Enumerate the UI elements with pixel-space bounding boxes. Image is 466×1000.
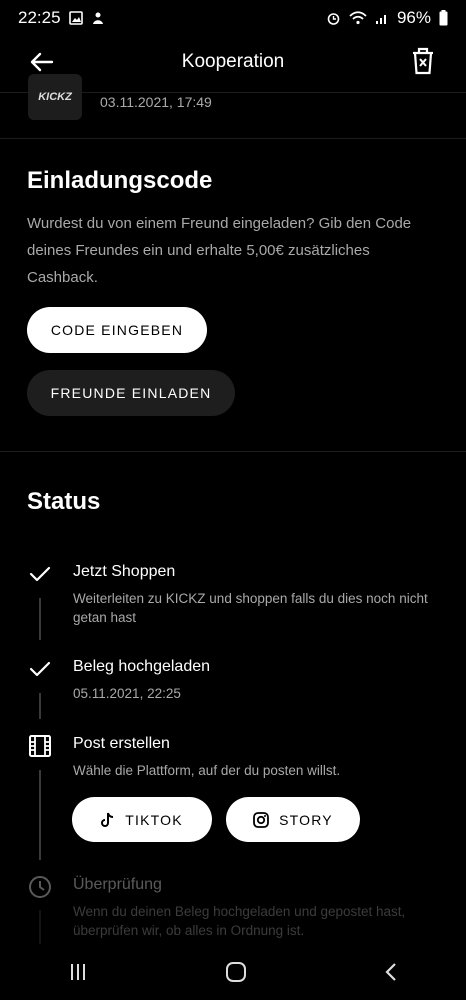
battery-percent: 96% [396, 8, 431, 27]
notification-icon [92, 12, 103, 24]
step-subtitle: Wähle die Plattform, auf der du posten w… [73, 763, 341, 778]
step-subtitle: 05.11.2021, 22:25 [73, 686, 181, 701]
back-nav-icon[interactable] [384, 962, 398, 982]
timeline-line [39, 693, 41, 719]
divider [0, 138, 466, 139]
recent-apps-icon[interactable] [68, 962, 88, 982]
step-subtitle: Wenn du deinen Beleg hochgeladen und gep… [73, 904, 406, 938]
invite-description: Wurdest du von einem Freund eingeladen? … [27, 215, 412, 286]
timeline-line [39, 770, 41, 860]
home-icon[interactable] [225, 961, 247, 983]
partner-row: KICKZ 03.11.2021, 17:49 [28, 74, 212, 120]
system-nav-bar [0, 944, 466, 1000]
tiktok-label: TIKTOK [125, 811, 183, 828]
step-title: Überprüfung [73, 876, 162, 893]
step-subtitle: Weiterleiten zu KICKZ und shoppen falls … [73, 591, 428, 625]
status-bar: 22:25 96% [0, 0, 466, 36]
timeline-line [39, 910, 41, 944]
status-section-title: Status [27, 488, 101, 515]
story-label: STORY [279, 811, 333, 828]
tiktok-icon [101, 812, 115, 828]
page-title: Kooperation [181, 51, 285, 72]
status-time: 22:25 [18, 8, 61, 27]
delete-icon[interactable] [410, 46, 436, 76]
divider [0, 451, 466, 452]
step-title: Post erstellen [73, 735, 170, 752]
alarm-icon [327, 12, 340, 25]
step-title: Jetzt Shoppen [73, 563, 176, 580]
partner-logo: KICKZ [28, 74, 82, 120]
signal-icon [375, 15, 386, 24]
invite-section-title: Einladungscode [27, 167, 213, 194]
check-icon [29, 661, 51, 677]
gallery-icon [68, 11, 83, 25]
battery-icon [439, 10, 448, 26]
back-arrow-icon[interactable] [28, 48, 56, 76]
enter-code-button[interactable]: CODE EINGEBEN [27, 307, 207, 353]
story-button[interactable]: STORY [226, 797, 360, 842]
invite-friends-button[interactable]: FREUNDE EINLADEN [27, 370, 235, 416]
check-icon [29, 566, 51, 582]
timeline-line [39, 598, 41, 640]
film-icon [29, 735, 51, 757]
wifi-icon [349, 11, 367, 25]
clock-icon [29, 876, 51, 898]
partner-date: 03.11.2021, 17:49 [100, 94, 212, 110]
step-title: Beleg hochgeladen [73, 658, 211, 675]
tiktok-button[interactable]: TIKTOK [72, 797, 212, 842]
instagram-icon [253, 811, 270, 828]
